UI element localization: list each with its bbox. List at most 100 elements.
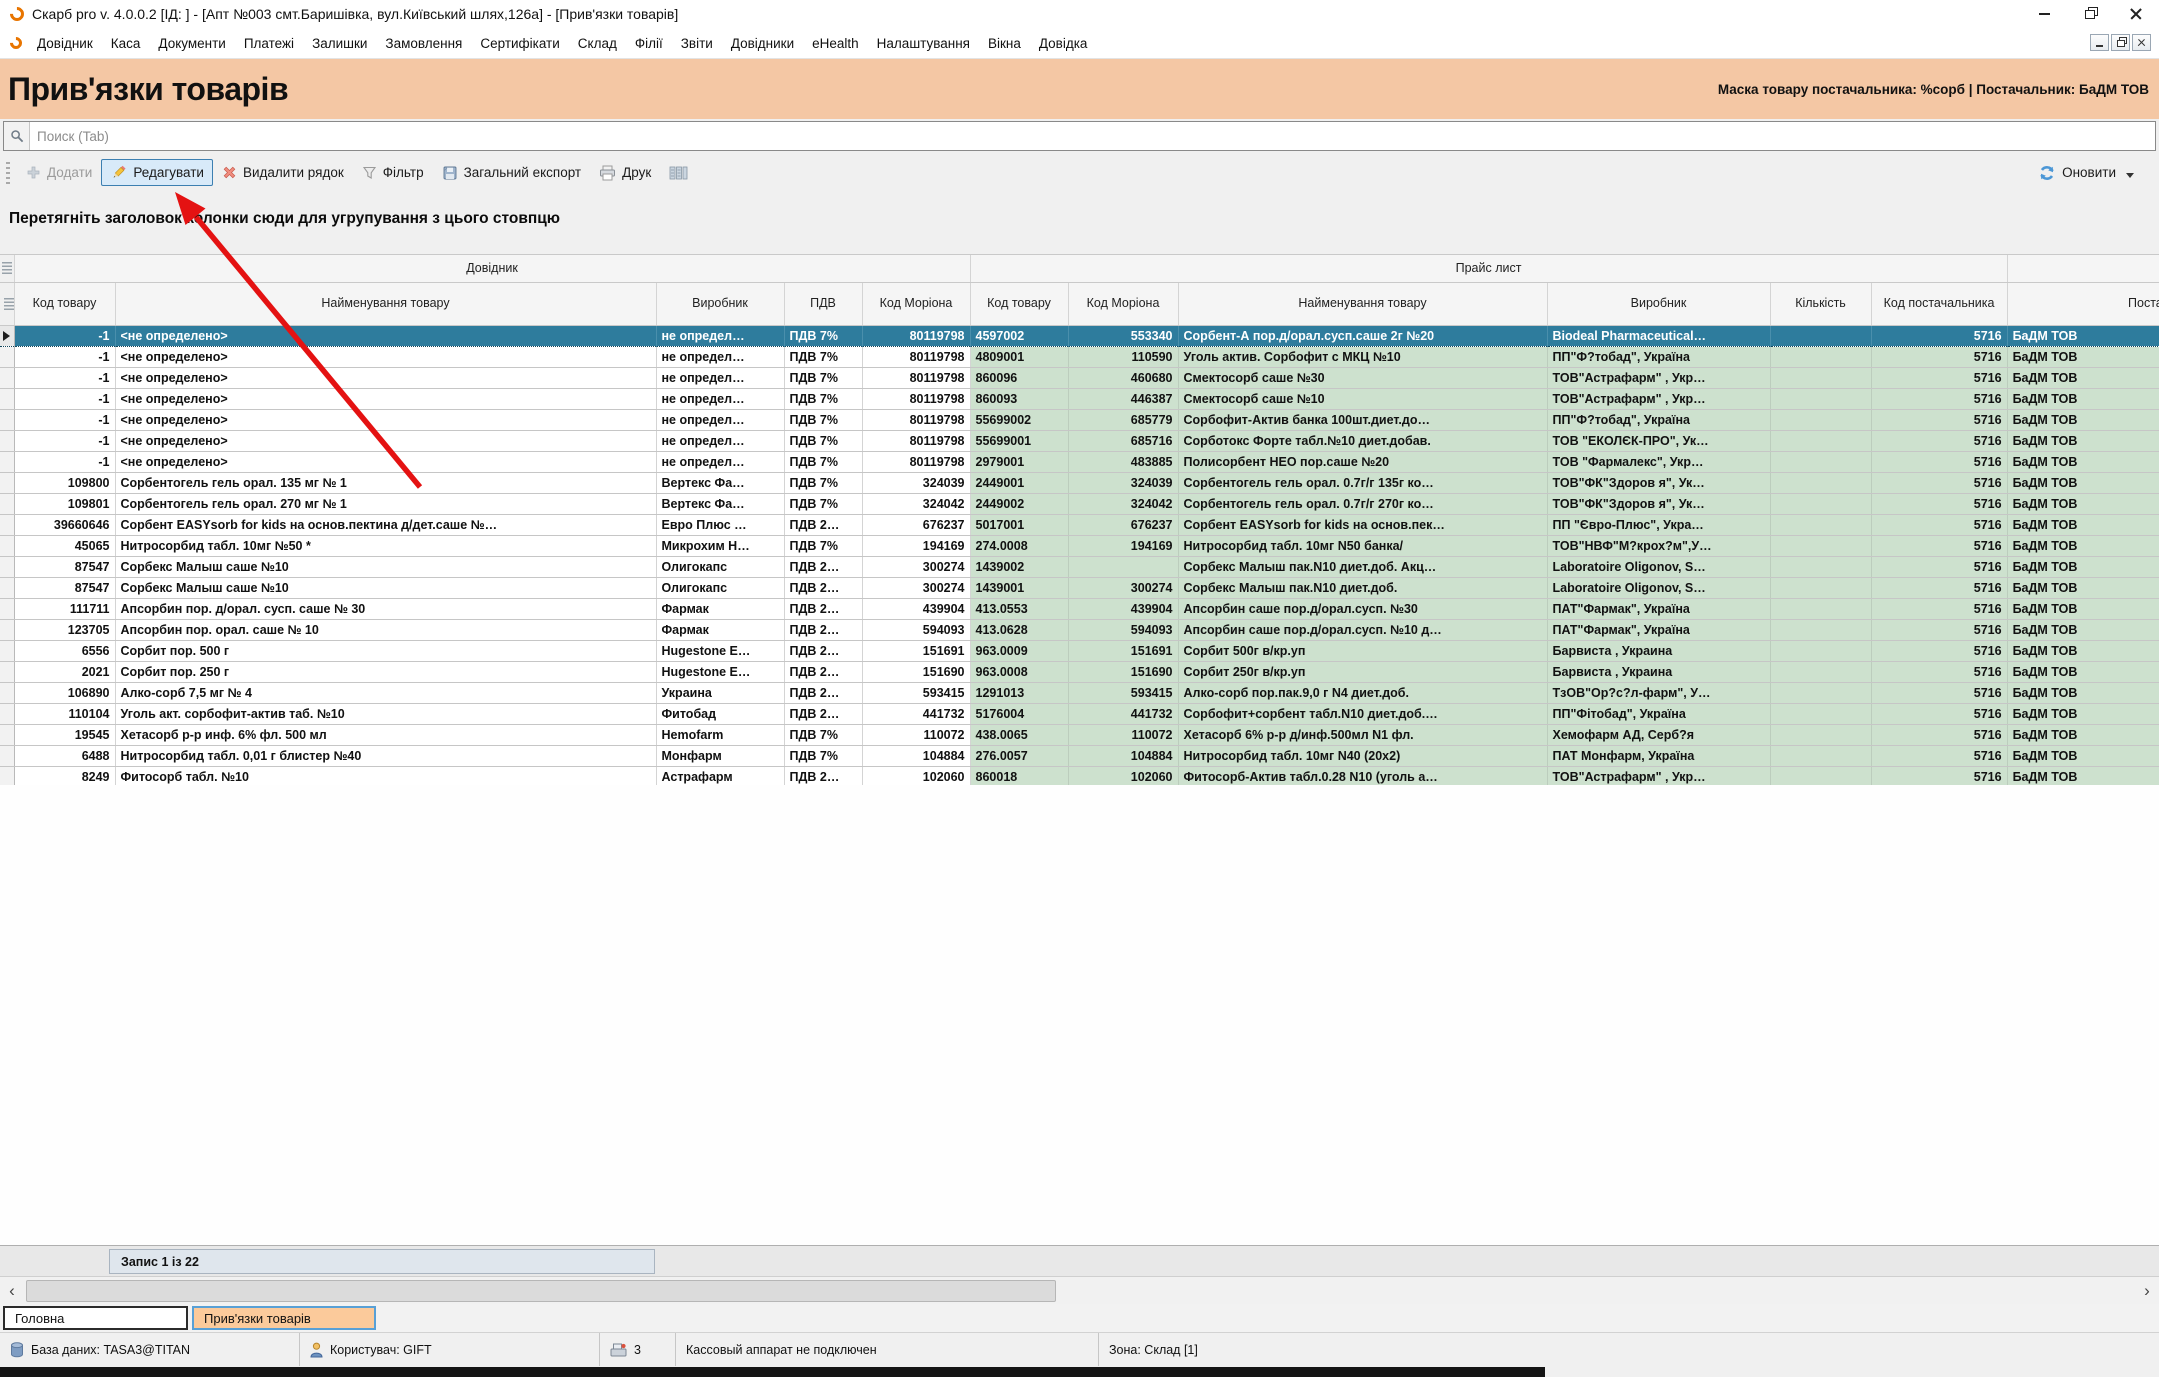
menu-item[interactable]: Довідник bbox=[28, 34, 102, 53]
table-cell: 439904 bbox=[1068, 598, 1178, 619]
table-row[interactable]: 2021Сорбит пор. 250 гHugestone E…ПДВ 2…1… bbox=[0, 661, 2159, 682]
table-cell: Сорбит пор. 250 г bbox=[115, 661, 656, 682]
table-cell: ПДВ 2… bbox=[784, 640, 862, 661]
menu-item[interactable]: Замовлення bbox=[376, 34, 471, 53]
table-row[interactable]: 106890Алко-сорб 7,5 мг № 4УкраинаПДВ 2…5… bbox=[0, 682, 2159, 703]
table-row[interactable]: -1<не определено>не определ…ПДВ 7%801197… bbox=[0, 388, 2159, 409]
table-cell: Евро Плюс … bbox=[656, 514, 784, 535]
table-cell: 324039 bbox=[862, 472, 970, 493]
menu-item[interactable]: Довідка bbox=[1030, 34, 1097, 53]
mdi-restore-button[interactable] bbox=[2111, 34, 2130, 51]
delete-row-button[interactable]: Видалити рядок bbox=[213, 160, 353, 185]
edit-button[interactable]: Редагувати bbox=[101, 159, 213, 186]
table-cell: ПДВ 2… bbox=[784, 556, 862, 577]
table-cell: БаДМ ТОВ bbox=[2007, 430, 2159, 451]
column-group-header[interactable]: Прайс лист bbox=[970, 255, 2007, 282]
table-cell: 2021 bbox=[14, 661, 115, 682]
refresh-button[interactable]: Оновити bbox=[2029, 159, 2143, 187]
menu-item[interactable]: Залишки bbox=[303, 34, 376, 53]
column-header[interactable]: Найменування товару bbox=[115, 282, 656, 325]
table-row[interactable]: 6556Сорбит пор. 500 гHugestone E…ПДВ 2…1… bbox=[0, 640, 2159, 661]
filter-button[interactable]: Фільтр bbox=[353, 160, 433, 185]
scroll-right-button[interactable]: › bbox=[2135, 1279, 2159, 1303]
menu-item[interactable]: Сертифікати bbox=[471, 34, 568, 53]
table-row[interactable]: 123705Апсорбин пор. орал. саше № 10Фарма… bbox=[0, 619, 2159, 640]
column-header[interactable]: Постачальник bbox=[2007, 282, 2159, 325]
table-row[interactable]: 109800Сорбентогель гель орал. 135 мг № 1… bbox=[0, 472, 2159, 493]
table-row[interactable]: -1<не определено>не определ…ПДВ 7%801197… bbox=[0, 346, 2159, 367]
table-row[interactable]: -1<не определено>не определ…ПДВ 7%801197… bbox=[0, 409, 2159, 430]
table-cell: 55699002 bbox=[970, 409, 1068, 430]
mdi-close-button[interactable] bbox=[2132, 34, 2151, 51]
menu-item[interactable]: Звіти bbox=[672, 34, 722, 53]
row-indicator bbox=[0, 367, 14, 388]
column-group-header[interactable] bbox=[2007, 255, 2159, 282]
table-cell bbox=[1770, 661, 1871, 682]
table-row[interactable]: 109801Сорбентогель гель орал. 270 мг № 1… bbox=[0, 493, 2159, 514]
table-cell: Фитосорб табл. №10 bbox=[115, 766, 656, 785]
table-cell: 460680 bbox=[1068, 367, 1178, 388]
table-cell: 324042 bbox=[1068, 493, 1178, 514]
table-row[interactable]: 19545Хетасорб р-р инф. 6% фл. 500 млHemo… bbox=[0, 724, 2159, 745]
table-cell: ПП"Фітобад", Україна bbox=[1547, 703, 1770, 724]
table-row[interactable]: 6488Нитросорбид табл. 0,01 г блистер №40… bbox=[0, 745, 2159, 766]
menu-item[interactable]: Налаштування bbox=[868, 34, 979, 53]
column-header[interactable]: Найменування товару bbox=[1178, 282, 1547, 325]
table-cell: Сорбит 500г в/кр.уп bbox=[1178, 640, 1547, 661]
scrollbar-thumb[interactable] bbox=[26, 1280, 1056, 1302]
horizontal-scrollbar[interactable]: ‹ › bbox=[0, 1276, 2159, 1304]
menu-item[interactable]: Документи bbox=[149, 34, 234, 53]
menu-item[interactable]: Склад bbox=[569, 34, 626, 53]
user-label: Користувач: GIFT bbox=[330, 1343, 432, 1357]
add-button[interactable]: Додати bbox=[17, 160, 101, 185]
menu-item[interactable]: Довідники bbox=[722, 34, 803, 53]
search-input[interactable] bbox=[30, 122, 2155, 150]
print-button[interactable]: Друк bbox=[590, 160, 660, 186]
menu-item[interactable]: eHealth bbox=[803, 34, 868, 53]
menu-item[interactable]: Платежі bbox=[235, 34, 303, 53]
table-row[interactable]: 111711Апсорбин пор. д/орал. сусп. саше №… bbox=[0, 598, 2159, 619]
export-button[interactable]: Загальний експорт bbox=[433, 160, 591, 186]
table-row[interactable]: 87547Сорбекс Малыш саше №10ОлигокапсПДВ … bbox=[0, 577, 2159, 598]
table-cell: не определ… bbox=[656, 451, 784, 472]
table-cell: БаДМ ТОВ bbox=[2007, 724, 2159, 745]
row-indicator bbox=[0, 556, 14, 577]
mdi-minimize-button[interactable] bbox=[2090, 34, 2109, 51]
tab-pryviazky-tovariv[interactable]: Прив'язки товарів bbox=[192, 1306, 376, 1330]
menu-item[interactable]: Філії bbox=[626, 34, 672, 53]
table-row[interactable]: 39660646Сорбент EASYsorb for kids на осн… bbox=[0, 514, 2159, 535]
table-row[interactable]: 45065Нитросорбид табл. 10мг №50 *Микрохи… bbox=[0, 535, 2159, 556]
table-cell: не определ… bbox=[656, 430, 784, 451]
column-header[interactable]: ПДВ bbox=[784, 282, 862, 325]
menu-bar: ДовідникКасаДокументиПлатежіЗалишкиЗамов… bbox=[0, 28, 2159, 59]
group-by-panel[interactable]: Перетягніть заголовок колонки сюди для у… bbox=[0, 191, 2159, 254]
column-header[interactable]: Код Моріона bbox=[1068, 282, 1178, 325]
minimize-button[interactable] bbox=[2021, 0, 2067, 28]
column-header[interactable]: Виробник bbox=[656, 282, 784, 325]
table-cell: Астрафарм bbox=[656, 766, 784, 785]
column-group-header[interactable]: Довідник bbox=[14, 255, 970, 282]
columns-button[interactable] bbox=[660, 161, 697, 185]
column-header[interactable]: Код постачальника bbox=[1871, 282, 2007, 325]
table-row[interactable]: -1<не определено>не определ…ПДВ 7%801197… bbox=[0, 430, 2159, 451]
table-cell: ТОВ"ФК"Здоров я", Ук… bbox=[1547, 472, 1770, 493]
close-button[interactable] bbox=[2113, 0, 2159, 28]
column-header[interactable]: Код товару bbox=[970, 282, 1068, 325]
menu-item[interactable]: Каса bbox=[102, 34, 150, 53]
table-row[interactable]: -1<не определено>не определ…ПДВ 7%801197… bbox=[0, 367, 2159, 388]
tab-holovna[interactable]: Головна bbox=[3, 1306, 188, 1330]
column-header[interactable]: Кількість bbox=[1770, 282, 1871, 325]
column-header[interactable]: Виробник bbox=[1547, 282, 1770, 325]
restore-button[interactable] bbox=[2067, 0, 2113, 28]
column-header[interactable]: Код Моріона bbox=[862, 282, 970, 325]
table-row[interactable]: 8249Фитосорб табл. №10АстрафармПДВ 2…102… bbox=[0, 766, 2159, 785]
column-header[interactable]: Код товару bbox=[14, 282, 115, 325]
menu-item[interactable]: Вікна bbox=[979, 34, 1030, 53]
table-row[interactable]: 87547Сорбекс Малыш саше №10ОлигокапсПДВ … bbox=[0, 556, 2159, 577]
table-row[interactable]: -1<не определено>не определ…ПДВ 7%801197… bbox=[0, 325, 2159, 346]
table-cell: 123705 bbox=[14, 619, 115, 640]
scroll-left-button[interactable]: ‹ bbox=[0, 1279, 24, 1303]
table-row[interactable]: -1<не определено>не определ…ПДВ 7%801197… bbox=[0, 451, 2159, 472]
table-cell: Hugestone E… bbox=[656, 661, 784, 682]
table-row[interactable]: 110104Уголь акт. сорбофит-актив таб. №10… bbox=[0, 703, 2159, 724]
